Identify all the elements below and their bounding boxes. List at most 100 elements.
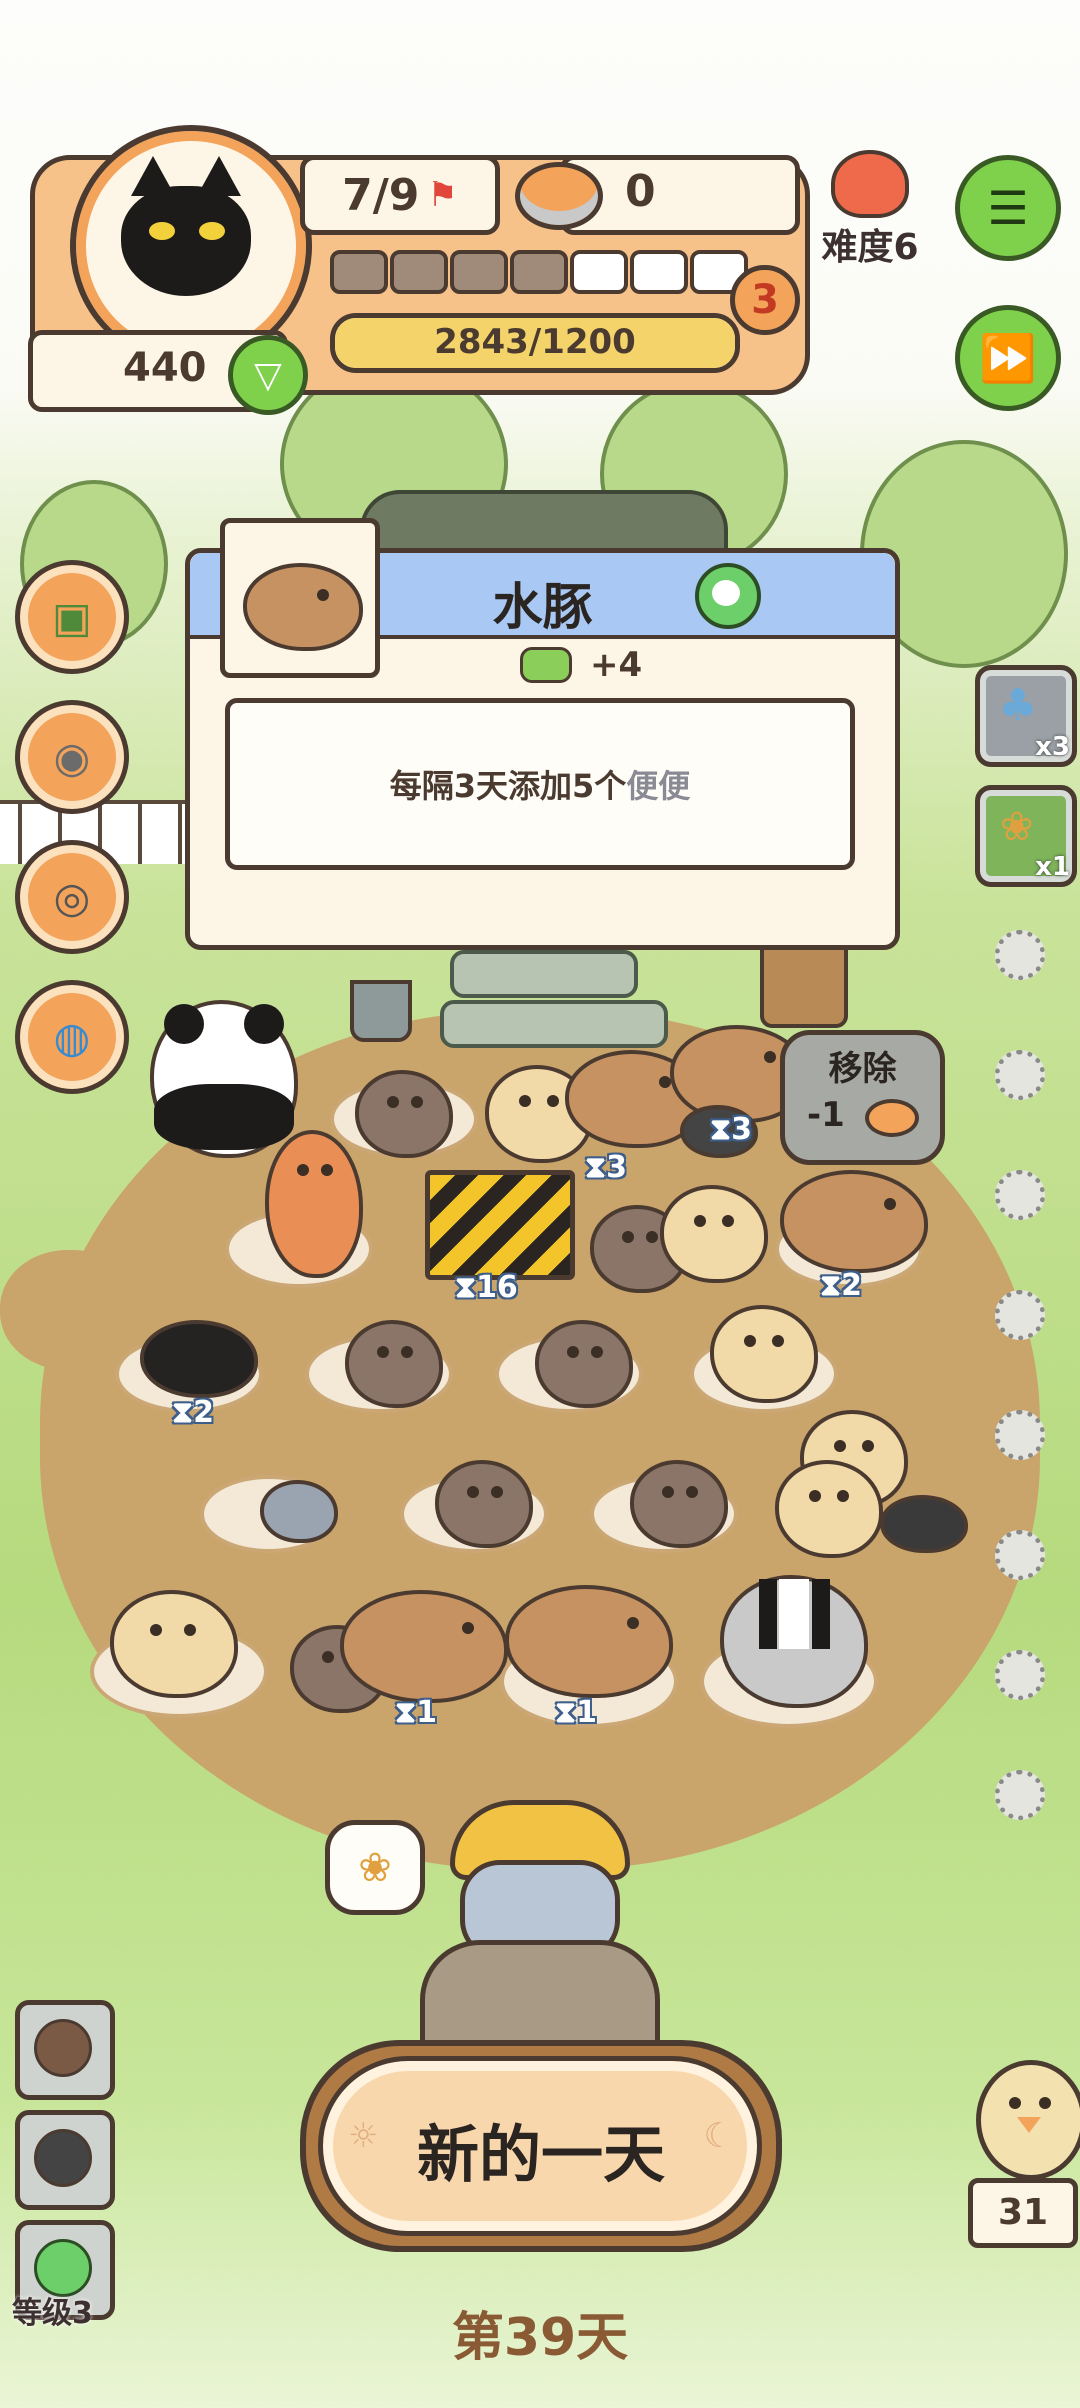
badger[interactable] <box>720 1575 868 1708</box>
stage-progress-text: 7/9 <box>342 169 420 221</box>
stage-progress-box: 7/9 ⚑ <box>300 155 500 235</box>
remove-title: 移除 <box>828 1049 897 1089</box>
guide-book-button[interactable]: ▣ <box>15 560 129 674</box>
menu-button[interactable]: ☰ <box>955 155 1061 261</box>
hourglass-icon: ⧗ <box>395 1695 417 1730</box>
timer: ⧗16 <box>455 1270 518 1305</box>
resource-delta: +4 <box>520 645 642 685</box>
hamster-brown[interactable] <box>435 1460 533 1548</box>
level-badge: 3 <box>730 265 800 335</box>
inventory-dark-button[interactable] <box>15 2110 115 2210</box>
keeper-character[interactable] <box>380 1800 700 2070</box>
inventory-slot-food[interactable]: ❀ x1 <box>975 785 1077 887</box>
hourglass-icon: ⧗ <box>820 1268 842 1303</box>
difficulty-label: 难度6 <box>821 227 919 268</box>
dark-pet-icon <box>34 2129 92 2187</box>
collar-button[interactable]: ◎ <box>15 840 129 954</box>
segment <box>630 250 688 294</box>
capybara[interactable] <box>780 1170 928 1273</box>
hamster-brown[interactable] <box>345 1320 443 1408</box>
inventory-count: x3 <box>1035 732 1070 762</box>
hourglass-icon: ⧗ <box>710 1112 732 1147</box>
level-label: 等级3 <box>12 2296 93 2331</box>
hamster-brown[interactable] <box>535 1320 633 1408</box>
fox[interactable] <box>265 1130 363 1278</box>
red-flag-icon: ⚑ <box>427 175 458 215</box>
fast-forward-button[interactable]: ⏩ <box>955 305 1061 411</box>
flame-icon <box>831 150 909 218</box>
segment <box>450 250 508 294</box>
mouse[interactable] <box>260 1480 338 1543</box>
timer-value: 3 <box>731 1112 752 1147</box>
timer-value: 2 <box>841 1268 862 1303</box>
segment <box>390 250 448 294</box>
day-segments <box>330 250 750 298</box>
timer-value: 16 <box>476 1270 518 1305</box>
certificate-bubble[interactable]: ❀ <box>325 1820 425 1915</box>
guinea-pig[interactable] <box>110 1590 238 1698</box>
locked-slot <box>995 1530 1045 1580</box>
food-bowl-icon <box>865 1099 919 1137</box>
resource-delta-text: +4 <box>590 645 643 685</box>
capybara-icon <box>243 563 363 651</box>
food-bowl-icon <box>515 162 603 230</box>
food-pellet-icon: ❀ <box>1000 804 1034 850</box>
locked-slot <box>995 1650 1045 1700</box>
panda[interactable] <box>150 1000 298 1158</box>
difficulty-indicator: 难度6 <box>810 150 930 268</box>
popup-description-box: 每隔3天添加5个 便便 <box>225 698 855 870</box>
locked-slot <box>995 1290 1045 1340</box>
hourglass-icon: ⧗ <box>555 1695 577 1730</box>
timer-value: 3 <box>606 1150 627 1185</box>
guinea-pig[interactable] <box>775 1460 883 1558</box>
hamster-brown[interactable] <box>630 1460 728 1548</box>
segment <box>510 250 568 294</box>
timer: ⧗3 <box>585 1150 627 1185</box>
inventory-count: x1 <box>1035 852 1070 882</box>
guinea-pig[interactable] <box>710 1305 818 1403</box>
food-counter: 0 <box>515 155 800 235</box>
mole[interactable] <box>140 1320 258 1398</box>
rabbit-badge-icon <box>695 563 761 629</box>
bowl-icon: ◉ <box>53 732 91 782</box>
hourglass-icon: ⧗ <box>455 1270 477 1305</box>
menu-list-icon: ☰ <box>987 181 1029 235</box>
mole[interactable] <box>880 1495 968 1553</box>
timer-value: 1 <box>576 1695 597 1730</box>
locked-slot <box>995 1050 1045 1100</box>
hamster-brown[interactable] <box>355 1070 453 1158</box>
coin-count: 440 <box>123 345 207 391</box>
hourglass-icon: ⧗ <box>172 1395 194 1430</box>
inventory-slot-mushroom[interactable]: ♣ x3 <box>975 665 1077 767</box>
remove-bubble[interactable]: 移除 -1 <box>780 1030 945 1165</box>
locked-slot <box>995 1410 1045 1460</box>
xp-text: 2843/1200 <box>434 322 636 362</box>
food-count: 0 <box>625 166 656 217</box>
chick-counter[interactable]: 31 <box>968 2060 1080 2248</box>
locked-slot <box>995 930 1045 980</box>
timer-value: 1 <box>416 1695 437 1730</box>
collar-icon: ◎ <box>53 872 91 922</box>
fast-forward-icon: ⏩ <box>979 330 1037 385</box>
top-hud: 7/9 ⚑ 0 3 2843/1200 440 ▽ <box>28 125 810 415</box>
guinea-pig[interactable] <box>660 1185 768 1283</box>
chick-count: 31 <box>968 2178 1078 2248</box>
capybara[interactable] <box>340 1590 508 1703</box>
construction-barrier[interactable] <box>425 1170 575 1280</box>
black-cat-icon <box>121 156 251 296</box>
mushroom-icon: ♣ <box>998 680 1038 731</box>
new-day-button[interactable]: ☼ ☾ 新的一天 <box>300 2040 782 2252</box>
capybara[interactable] <box>505 1585 673 1698</box>
timer: ⧗3 <box>710 1112 752 1147</box>
pet-bowl-button[interactable]: ◉ <box>15 700 129 814</box>
chick-icon <box>976 2060 1080 2180</box>
timer: ⧗1 <box>555 1695 597 1730</box>
popup-description-highlight: 便便 <box>626 767 691 805</box>
segment <box>330 250 388 294</box>
timer: ⧗1 <box>395 1695 437 1730</box>
day-label: 第39天 <box>451 2308 629 2368</box>
timer-value: 2 <box>193 1395 214 1430</box>
timer: ⧗2 <box>820 1268 862 1303</box>
inventory-brown-button[interactable] <box>15 2000 115 2100</box>
remove-cost: -1 <box>807 1095 845 1135</box>
